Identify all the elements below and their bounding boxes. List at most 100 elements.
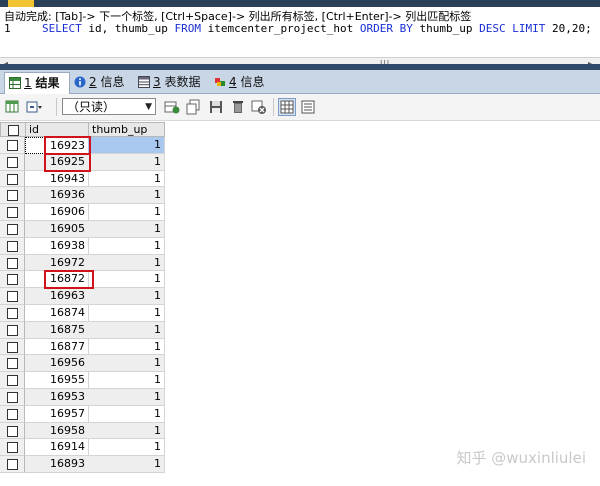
row-checkbox[interactable] (7, 425, 18, 437)
delete-trash-icon[interactable] (230, 99, 246, 115)
tab-info[interactable]: 4 信息 (214, 72, 264, 92)
row-checkbox[interactable] (7, 459, 18, 471)
save-icon[interactable] (208, 99, 224, 115)
cell-id[interactable]: 16958 (25, 422, 89, 440)
row-checkbox-cell[interactable] (0, 355, 25, 373)
tab-results[interactable]: 1 结果 (4, 72, 70, 94)
cell-id[interactable]: 16955 (25, 372, 89, 389)
code-line[interactable]: 1 SELECT id, thumb_up FROM itemcenter_pr… (0, 22, 600, 37)
cell-thumb-up[interactable]: 1 (88, 237, 165, 255)
tab-messages[interactable]: 2 信息 (74, 72, 124, 92)
table-row[interactable]: 16938 1 (0, 237, 165, 255)
cell-thumb-up[interactable]: 1 (88, 221, 165, 238)
row-checkbox-cell[interactable] (0, 439, 25, 457)
row-checkbox[interactable] (7, 274, 18, 286)
cell-id[interactable]: 16963 (25, 288, 89, 305)
table-row[interactable]: 16953 1 (0, 389, 165, 406)
table-row[interactable]: 16972 1 (0, 254, 165, 272)
cell-id[interactable]: 16893 (25, 456, 89, 473)
row-checkbox[interactable] (7, 173, 18, 185)
form-view-icon[interactable] (300, 99, 316, 115)
row-checkbox-cell[interactable] (0, 405, 25, 423)
cell-id[interactable]: 16957 (25, 405, 89, 423)
table-row[interactable]: 16956 1 (0, 355, 165, 373)
cell-thumb-up[interactable]: 1 (88, 137, 165, 154)
row-checkbox[interactable] (7, 308, 18, 319)
sql-statement[interactable]: SELECT id, thumb_up FROM itemcenter_proj… (42, 22, 592, 35)
row-checkbox-cell[interactable] (0, 305, 25, 322)
row-checkbox-cell[interactable] (0, 456, 25, 473)
table-row[interactable]: 16958 1 (0, 422, 165, 440)
select-all-checkbox[interactable] (8, 125, 19, 136)
cell-id[interactable]: 16972 (25, 254, 89, 272)
cell-thumb-up[interactable]: 1 (88, 187, 165, 205)
row-checkbox[interactable] (7, 442, 18, 454)
cell-thumb-up[interactable]: 1 (88, 305, 165, 322)
row-checkbox-cell[interactable] (0, 137, 25, 154)
cell-thumb-up[interactable]: 1 (88, 338, 165, 356)
row-checkbox[interactable] (7, 190, 18, 202)
grid-view-icon[interactable] (278, 98, 296, 116)
insert-row-icon[interactable] (164, 99, 180, 115)
cell-thumb-up[interactable]: 1 (88, 422, 165, 440)
row-checkbox[interactable] (7, 207, 18, 219)
row-checkbox-cell[interactable] (0, 389, 25, 406)
table-row[interactable]: 16957 1 (0, 405, 165, 423)
table-row[interactable]: 16874 1 (0, 305, 165, 322)
cell-thumb-up[interactable]: 1 (88, 405, 165, 423)
table-row[interactable]: 16877 1 (0, 338, 165, 356)
cell-id[interactable]: 16936 (25, 187, 89, 205)
export-grid-icon[interactable] (5, 99, 21, 115)
table-row[interactable]: 16943 1 (0, 170, 165, 188)
row-checkbox-cell[interactable] (0, 187, 25, 205)
cell-thumb-up[interactable]: 1 (88, 439, 165, 457)
cell-id[interactable]: 16914 (25, 439, 89, 457)
row-checkbox-cell[interactable] (0, 338, 25, 356)
table-row[interactable]: 16914 1 (0, 439, 165, 457)
row-checkbox[interactable] (7, 375, 18, 387)
row-checkbox[interactable] (7, 408, 18, 420)
row-checkbox-cell[interactable] (0, 271, 25, 289)
editor-tab-marker[interactable] (8, 0, 34, 7)
cell-thumb-up[interactable]: 1 (88, 389, 165, 406)
cell-id[interactable]: 16874 (25, 305, 89, 322)
cell-thumb-up[interactable]: 1 (88, 321, 165, 339)
table-row[interactable]: 16905 1 (0, 221, 165, 238)
readonly-select[interactable]: （只读） ▼ (62, 98, 156, 115)
header-checkbox-cell[interactable] (0, 122, 26, 137)
table-row[interactable]: 16963 1 (0, 288, 165, 305)
table-row[interactable]: 16875 1 (0, 321, 165, 339)
row-checkbox[interactable] (7, 341, 18, 353)
row-checkbox[interactable] (7, 224, 18, 235)
cell-thumb-up[interactable]: 1 (88, 372, 165, 389)
row-checkbox-cell[interactable] (0, 237, 25, 255)
cell-thumb-up[interactable]: 1 (88, 456, 165, 473)
cell-id[interactable]: 16905 (25, 221, 89, 238)
row-checkbox[interactable] (7, 140, 18, 151)
cell-id[interactable]: 16938 (25, 237, 89, 255)
table-row[interactable]: 16893 1 (0, 456, 165, 473)
cell-thumb-up[interactable]: 1 (88, 288, 165, 305)
cell-id[interactable]: 16953 (25, 389, 89, 406)
cell-id[interactable]: 16943 (25, 170, 89, 188)
cell-thumb-up[interactable]: 1 (88, 355, 165, 373)
row-checkbox[interactable] (7, 324, 18, 336)
row-checkbox-cell[interactable] (0, 321, 25, 339)
tab-table-data[interactable]: 3 表数据 (138, 72, 200, 92)
row-checkbox-cell[interactable] (0, 221, 25, 238)
row-checkbox[interactable] (7, 291, 18, 303)
cell-id[interactable]: 16877 (25, 338, 89, 356)
cell-thumb-up[interactable]: 1 (88, 271, 165, 289)
cell-thumb-up[interactable]: 1 (88, 204, 165, 221)
query-editor[interactable]: 自动完成: [Tab]-> 下一个标签, [Ctrl+Space]-> 列出所有… (0, 7, 600, 71)
row-checkbox-cell[interactable] (0, 254, 25, 272)
row-checkbox[interactable] (7, 257, 18, 269)
row-checkbox-cell[interactable] (0, 422, 25, 440)
row-checkbox[interactable] (7, 240, 18, 252)
row-checkbox-cell[interactable] (0, 204, 25, 221)
row-checkbox-cell[interactable] (0, 153, 25, 171)
cell-thumb-up[interactable]: 1 (88, 170, 165, 188)
table-row[interactable]: 16936 1 (0, 187, 165, 205)
table-row[interactable]: 16955 1 (0, 372, 165, 389)
row-checkbox[interactable] (7, 392, 18, 403)
